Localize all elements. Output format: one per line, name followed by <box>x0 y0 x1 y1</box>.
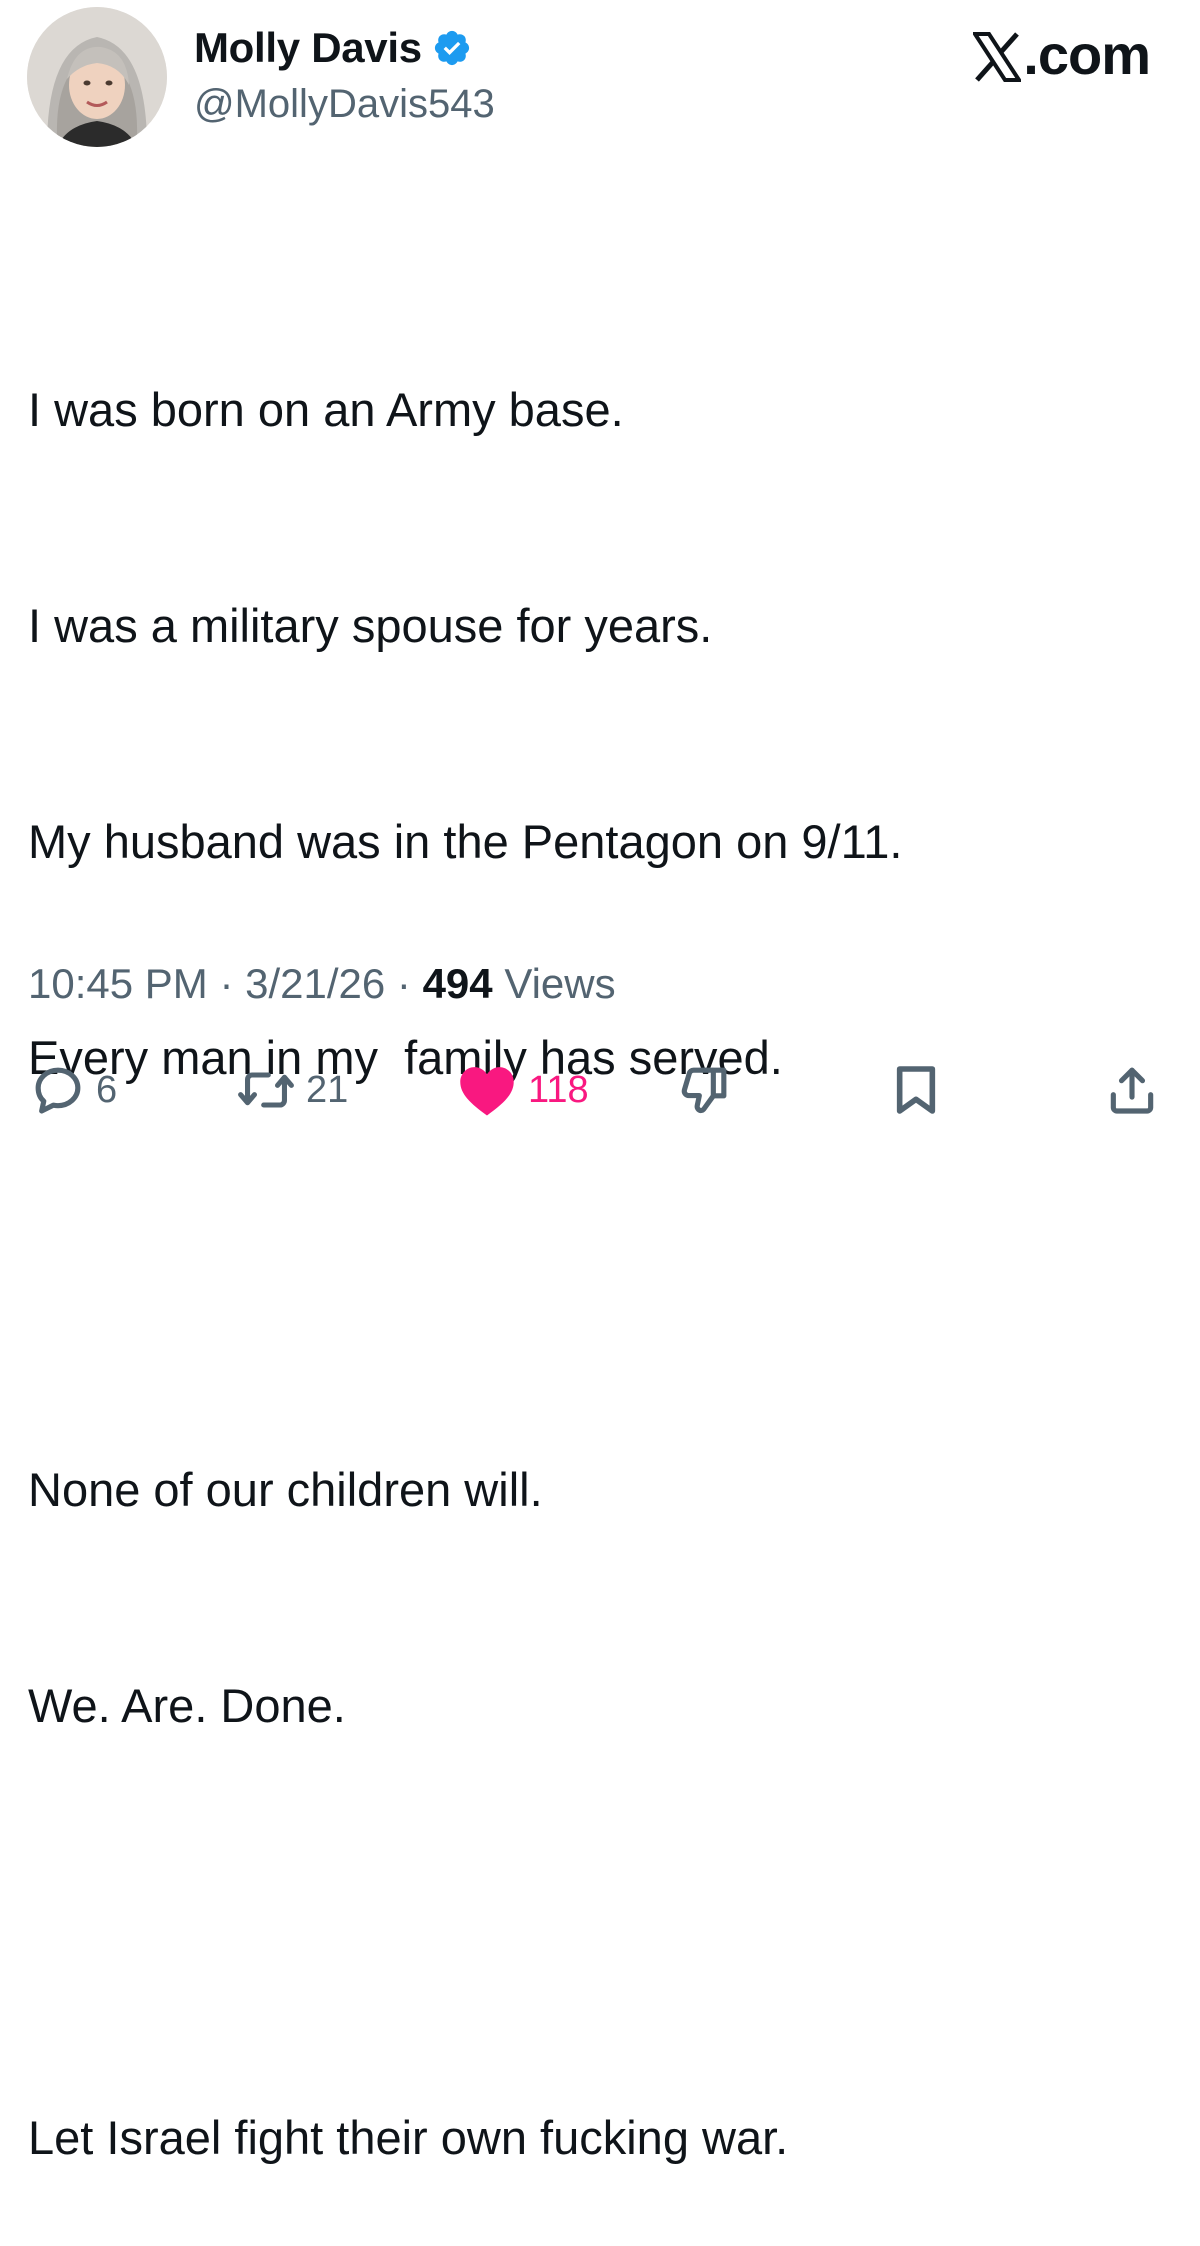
bookmark-button[interactable] <box>888 1055 944 1125</box>
reply-icon <box>30 1062 86 1118</box>
like-button[interactable]: 118 <box>456 1055 589 1125</box>
repost-count: 21 <box>306 1068 349 1111</box>
avatar-image <box>27 7 167 147</box>
avatar[interactable] <box>27 7 167 147</box>
display-name[interactable]: Molly Davis <box>194 24 422 72</box>
tweet-line: Let Israel fight their own fucking war. <box>28 2111 789 2164</box>
tweet-actions-bar: 6 21 118 <box>0 1055 1200 1125</box>
share-icon <box>1104 1062 1160 1118</box>
bookmark-icon <box>888 1062 944 1118</box>
dislike-icon <box>676 1062 732 1118</box>
author-name-row: Molly Davis <box>194 24 472 72</box>
brand-text: .com <box>1023 23 1151 86</box>
views-count[interactable]: 494 <box>423 960 493 1007</box>
views-label: Views <box>492 960 616 1007</box>
tweet-meta: 10:45 PM · 3/21/26 · 494 Views <box>28 960 616 1008</box>
meta-separator: · <box>385 960 423 1007</box>
tweet-time[interactable]: 10:45 PM <box>28 960 208 1007</box>
tweet-line: I was a military spouse for years. <box>28 599 713 652</box>
brand-watermark: .com <box>971 22 1151 87</box>
like-count: 118 <box>528 1068 589 1111</box>
reply-count: 6 <box>96 1068 118 1111</box>
tweet-text: I was born on an Army base. I was a mili… <box>28 230 1168 2246</box>
tweet-line: We. Are. Done. <box>28 1679 346 1732</box>
dislike-button[interactable] <box>676 1055 732 1125</box>
verified-badge-icon <box>432 28 472 68</box>
tweet-line: None of our children will. <box>28 1463 543 1516</box>
repost-button[interactable]: 21 <box>236 1055 348 1125</box>
repost-icon <box>236 1062 296 1118</box>
tweet-line: I was born on an Army base. <box>28 383 624 436</box>
meta-separator: · <box>207 960 246 1007</box>
tweet-line: My husband was in the Pentagon on 9/11. <box>28 815 903 868</box>
x-logo-icon <box>971 30 1023 82</box>
tweet-date[interactable]: 3/21/26 <box>245 960 385 1007</box>
heart-icon <box>456 1062 518 1118</box>
share-button[interactable] <box>1104 1055 1160 1125</box>
reply-button[interactable]: 6 <box>30 1055 117 1125</box>
author-handle[interactable]: @MollyDavis543 <box>194 82 495 127</box>
